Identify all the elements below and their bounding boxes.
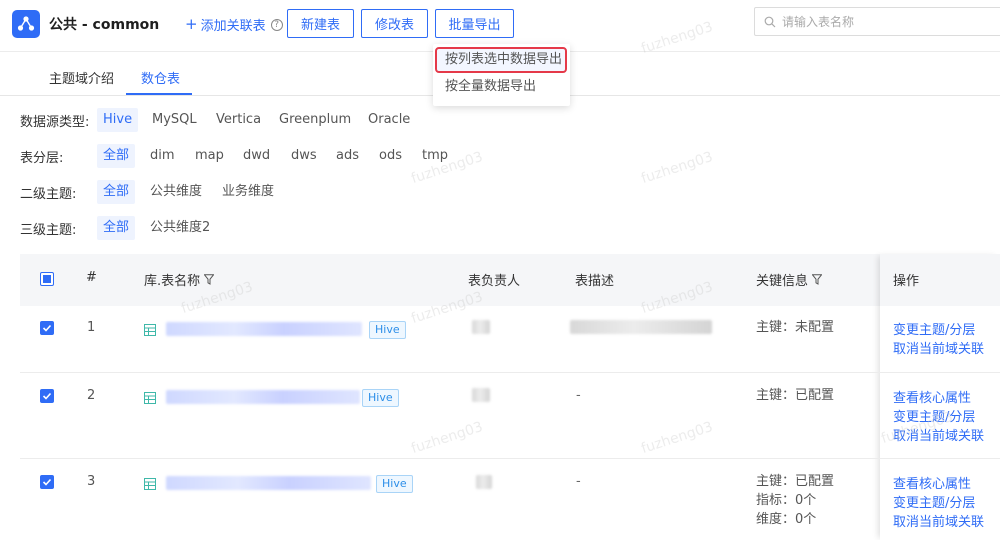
table-description: -: [576, 474, 581, 489]
check-icon: [42, 478, 52, 486]
filter-label: 表分层:: [20, 150, 64, 166]
change-topic-layer-link[interactable]: 变更主题/分层: [893, 492, 975, 511]
table-icon: [144, 324, 156, 336]
filter-option-dwd[interactable]: dwd: [237, 144, 276, 168]
table-description: [570, 320, 712, 334]
source-tag: Hive: [362, 389, 399, 407]
key-info-primary: 主键：未配置: [756, 320, 835, 335]
row-index: 3: [87, 474, 96, 489]
filter-option-ods[interactable]: ods: [373, 144, 408, 168]
filter-option-all[interactable]: 全部: [97, 216, 136, 240]
filter-option-ads[interactable]: ads: [330, 144, 365, 168]
network-icon: [17, 16, 35, 31]
plus-icon: +: [185, 15, 198, 33]
app-logo: [12, 10, 40, 38]
batch-export-button[interactable]: 批量导出: [435, 9, 514, 38]
export-dropdown-menu: 按列表选中数据导出 按全量数据导出: [433, 44, 570, 106]
export-selected-menu-item[interactable]: 按列表选中数据导出: [435, 47, 567, 73]
add-related-table-label: 添加关联表: [200, 19, 266, 34]
filter-label: 数据源类型:: [20, 114, 90, 130]
filter-option-hive[interactable]: Hive: [97, 108, 139, 132]
cancel-domain-link[interactable]: 取消当前域关联: [893, 425, 984, 444]
row-divider: [20, 372, 1000, 373]
cancel-domain-link[interactable]: 取消当前域关联: [893, 511, 984, 530]
filter-option-mysql[interactable]: MySQL: [146, 108, 203, 132]
column-header-owner: 表负责人: [468, 274, 521, 289]
add-related-table-link[interactable]: + 添加关联表 ?: [185, 15, 283, 34]
active-tab-indicator: [126, 93, 192, 95]
change-topic-layer-link[interactable]: 变更主题/分层: [893, 319, 975, 338]
filter-option-dim[interactable]: dim: [144, 144, 181, 168]
filter-option-all[interactable]: 全部: [97, 180, 136, 204]
column-header-table-name: 库.表名称: [144, 270, 215, 289]
search-icon: [764, 16, 776, 27]
table-description: -: [576, 388, 581, 403]
key-info-metrics: 指标：0个: [756, 493, 817, 508]
owner-name: [472, 388, 490, 402]
owner-name: [472, 320, 490, 334]
owner-name: [476, 475, 492, 489]
table-name-link[interactable]: [166, 476, 371, 490]
tab-warehouse-tables[interactable]: 数仓表: [141, 68, 180, 87]
filter-option-vertica[interactable]: Vertica: [210, 108, 267, 132]
row-checkbox[interactable]: [40, 389, 54, 403]
filter-option-dws[interactable]: dws: [285, 144, 323, 168]
row-index: 1: [87, 320, 96, 335]
row-index: 2: [87, 388, 96, 403]
source-tag: Hive: [376, 475, 413, 493]
watermark: fuzheng03: [639, 148, 715, 188]
row-checkbox[interactable]: [40, 321, 54, 335]
filter-option-oracle[interactable]: Oracle: [362, 108, 416, 132]
filter-label: 二级主题:: [20, 186, 77, 202]
filter-topic-level2: 二级主题:: [20, 180, 76, 204]
table-icon: [144, 478, 156, 490]
row-checkbox[interactable]: [40, 475, 54, 489]
filter-option-tmp[interactable]: tmp: [416, 144, 454, 168]
column-header-label: 关键信息: [756, 274, 809, 289]
filter-option-public-dimension-2[interactable]: 公共维度2: [144, 216, 216, 240]
filter-option-greenplum[interactable]: Greenplum: [273, 108, 357, 132]
new-table-button[interactable]: 新建表: [287, 9, 354, 38]
table-name-link[interactable]: [166, 390, 360, 404]
column-header-key-info: 关键信息: [756, 270, 823, 289]
filter-icon[interactable]: [204, 274, 215, 285]
column-header-label: 库.表名称: [144, 274, 201, 289]
filter-icon[interactable]: [812, 274, 823, 285]
change-topic-layer-link[interactable]: 变更主题/分层: [893, 406, 975, 425]
filter-label: 三级主题:: [20, 222, 77, 238]
help-icon[interactable]: ?: [270, 18, 283, 31]
filter-topic-level3: 三级主题:: [20, 216, 76, 240]
column-header-index: #: [86, 270, 97, 285]
row-divider: [20, 458, 1000, 459]
table-name-link[interactable]: [166, 322, 362, 336]
source-tag: Hive: [369, 321, 406, 339]
filter-option-public-dimension[interactable]: 公共维度: [144, 180, 208, 204]
key-info-dimensions: 维度：0个: [756, 512, 817, 527]
view-core-attributes-link[interactable]: 查看核心属性: [893, 473, 971, 492]
column-header-description: 表描述: [575, 274, 615, 289]
check-icon: [42, 324, 52, 332]
filter-option-all[interactable]: 全部: [97, 144, 136, 168]
filter-source-type: 数据源类型:: [20, 108, 89, 132]
select-all-checkbox[interactable]: [40, 272, 54, 286]
filter-option-map[interactable]: map: [189, 144, 230, 168]
edit-table-button[interactable]: 修改表: [361, 9, 428, 38]
filter-option-business-dimension[interactable]: 业务维度: [216, 180, 280, 204]
export-all-menu-item[interactable]: 按全量数据导出: [433, 74, 570, 100]
key-info-primary: 主键：已配置: [756, 474, 835, 489]
search-input[interactable]: [782, 14, 982, 29]
table-header: # 库.表名称 表负责人 表描述 关键信息 操作: [20, 254, 1000, 306]
tab-domain-intro[interactable]: 主题域介绍: [49, 68, 114, 87]
key-info-primary: 主键：已配置: [756, 388, 835, 403]
check-icon: [42, 392, 52, 400]
filter-table-layer: 表分层:: [20, 144, 63, 168]
table-icon: [144, 392, 156, 404]
page-title: 公共 - common: [49, 17, 160, 33]
data-table: # 库.表名称 表负责人 表描述 关键信息 操作 1 Hive 主键：未配置 变…: [20, 254, 1000, 540]
search-box[interactable]: [754, 7, 1000, 36]
cancel-domain-link[interactable]: 取消当前域关联: [893, 338, 984, 357]
view-core-attributes-link[interactable]: 查看核心属性: [893, 387, 971, 406]
